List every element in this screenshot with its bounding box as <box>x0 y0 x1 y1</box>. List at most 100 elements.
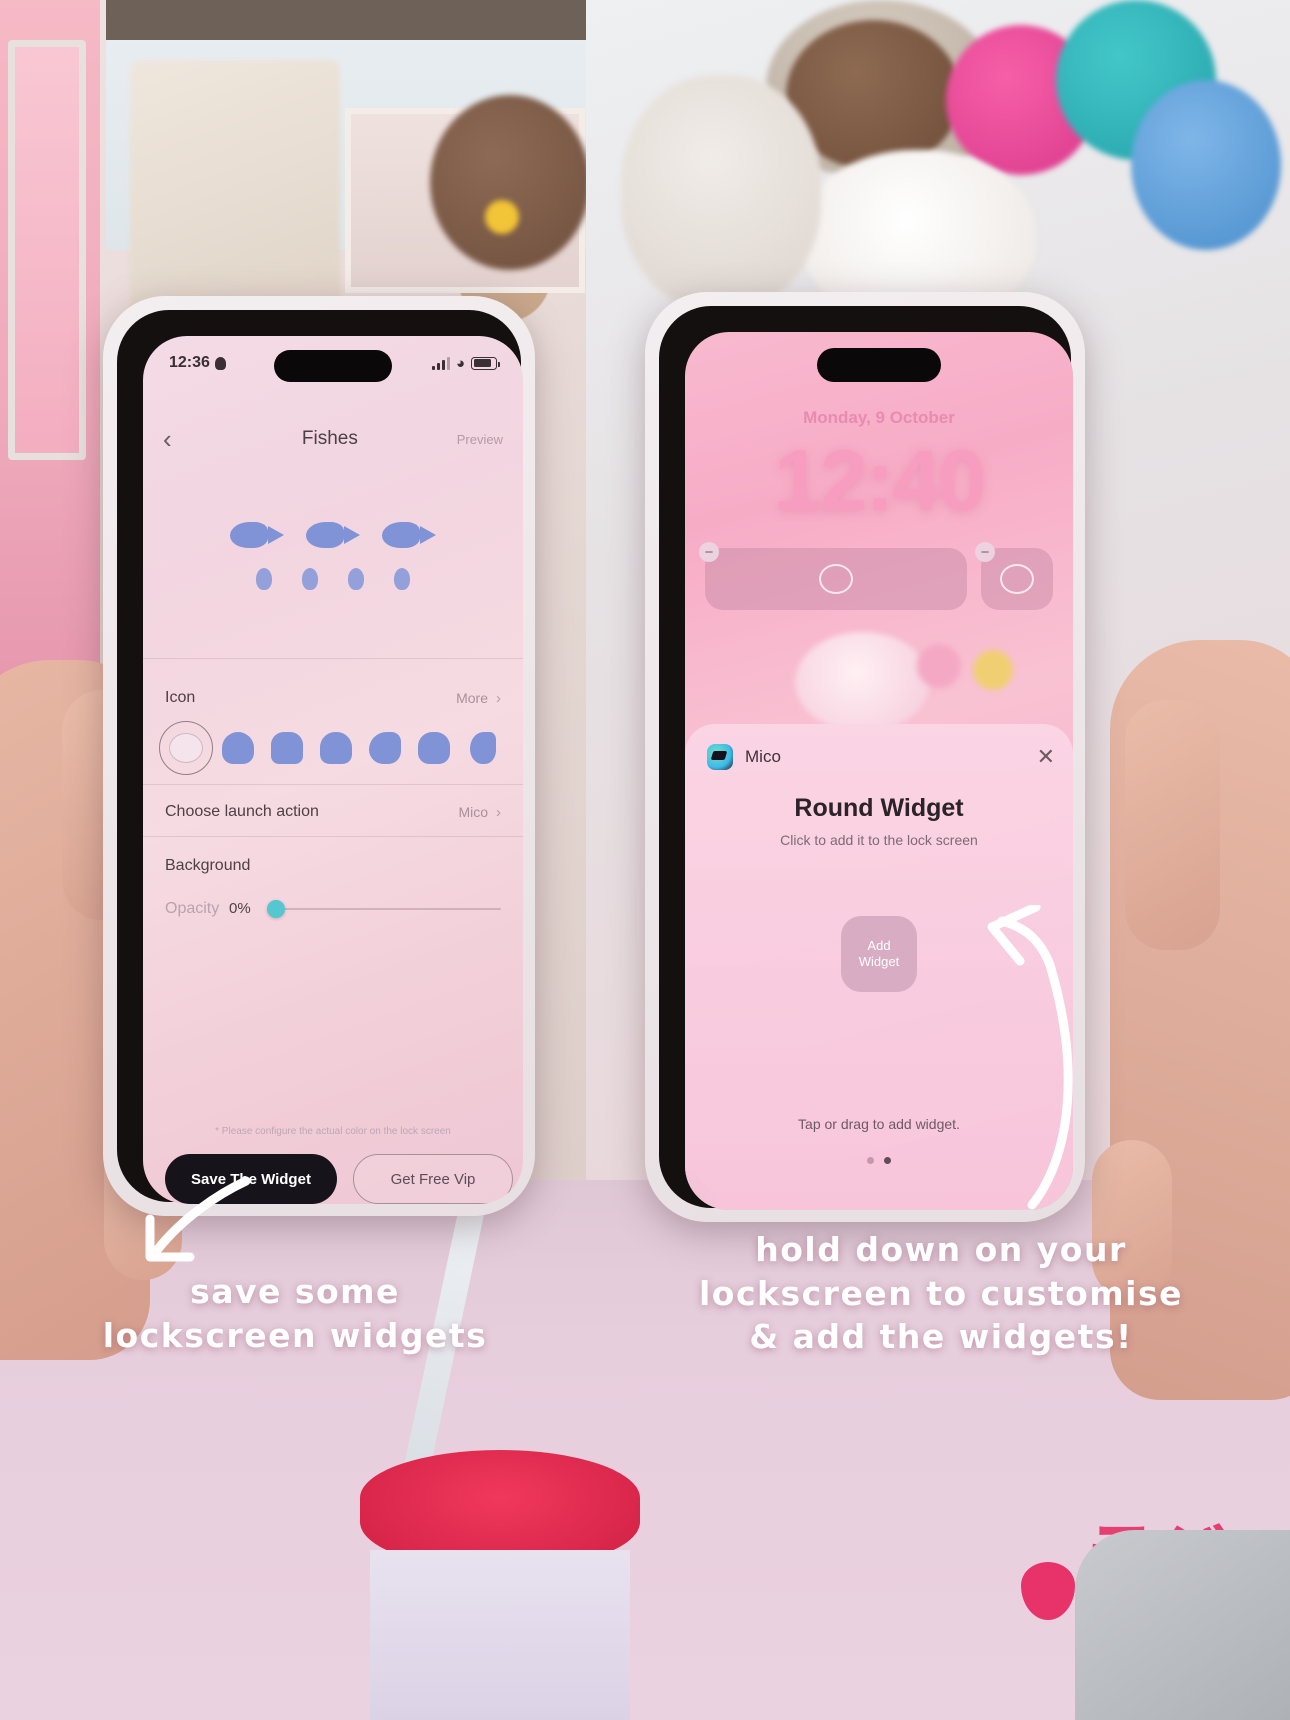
right-arrow <box>987 905 1073 1210</box>
icon-label: Icon <box>165 689 196 706</box>
plush-accent <box>485 200 519 234</box>
picture-frame <box>8 40 86 460</box>
dynamic-island <box>817 348 941 382</box>
launch-action-row[interactable]: Choose launch action Mico › <box>143 792 523 832</box>
dog-icon[interactable] <box>270 732 303 764</box>
icon-selector-strip[interactable] <box>143 720 523 776</box>
opacity-label: Opacity <box>165 900 220 917</box>
drink-cup <box>370 1550 630 1720</box>
whale-icon[interactable] <box>469 732 496 764</box>
add-widget-line1: Add <box>867 937 891 953</box>
dinosaur-icon[interactable] <box>368 732 401 764</box>
opacity-slider-track[interactable] <box>273 908 501 910</box>
icon-option-whale[interactable] <box>458 720 507 776</box>
screenshot-root: ラジ 12:36 ◕ <box>0 0 1290 1720</box>
icon-row-header[interactable]: Icon More › <box>143 678 523 718</box>
background-photo-ball-yellow <box>973 650 1013 690</box>
plush-head <box>430 95 586 270</box>
background-row: Background <box>143 848 523 884</box>
ghost-icon[interactable] <box>221 732 254 764</box>
icon-option-ghost[interactable] <box>213 720 262 776</box>
strawberry-print <box>1021 1562 1075 1620</box>
bear-icon <box>1000 564 1034 594</box>
fish-row-top <box>143 518 523 552</box>
left-caption-line2: lockscreen widgets <box>102 1315 488 1355</box>
bubble-icon <box>302 568 318 590</box>
white-face-plush <box>621 75 821 310</box>
remove-widget-badge[interactable]: − <box>699 542 719 562</box>
left-phone-case: 12:36 ◕ ‹ Fishes Preview Icon More › Cho… <box>103 296 535 1216</box>
bubble-icon <box>348 568 364 590</box>
preview-button[interactable]: Preview <box>457 432 503 447</box>
opacity-slider-thumb[interactable] <box>267 900 285 918</box>
bubble-icon <box>256 568 272 590</box>
icon-more[interactable]: More › <box>456 690 501 707</box>
get-free-vip-button[interactable]: Get Free Vip <box>353 1154 513 1204</box>
plush-blue <box>1131 80 1281 250</box>
fish-icon <box>230 518 284 552</box>
background-label: Background <box>165 857 251 874</box>
status-time: 12:36 <box>169 354 210 371</box>
window-blind <box>106 0 586 40</box>
left-arrow <box>145 1176 251 1262</box>
add-widget-line2: Widget <box>858 954 900 969</box>
page-dot-1[interactable] <box>867 1157 874 1164</box>
battery-icon <box>471 356 500 370</box>
icon-option-elephant[interactable] <box>409 720 458 776</box>
sheet-subtitle: Click to add it to the lock screen <box>780 832 978 848</box>
page-title: Fishes <box>301 428 358 449</box>
remove-widget-badge[interactable]: − <box>975 542 995 562</box>
divider <box>143 784 523 785</box>
widget-preview-area <box>143 476 523 676</box>
fish-icon <box>306 518 360 552</box>
lock-time: 12:40 <box>774 433 986 529</box>
icon-option-bear[interactable] <box>159 720 213 776</box>
chevron-right-icon: › <box>496 803 501 821</box>
right-thumb <box>1125 700 1220 950</box>
left-status-bar: 12:36 ◕ <box>143 346 523 380</box>
icon-option-dinosaur[interactable] <box>360 720 409 776</box>
left-phone-screen: 12:36 ◕ ‹ Fishes Preview Icon More › Cho… <box>143 336 523 1204</box>
close-icon[interactable]: ✕ <box>1037 744 1055 770</box>
disclaimer-text: * Please configure the actual color on t… <box>215 1126 451 1137</box>
cat-icon[interactable] <box>319 732 352 764</box>
person-icon <box>214 356 226 370</box>
widget-wide-bear[interactable]: − <box>699 542 967 610</box>
elephant-icon[interactable] <box>417 732 450 764</box>
fish-icon <box>382 518 436 552</box>
widget-small-bear[interactable]: − <box>975 542 1053 610</box>
sheet-title: Round Widget <box>794 794 964 822</box>
page-dot-2[interactable] <box>884 1157 891 1164</box>
launch-action-value[interactable]: Mico › <box>458 804 501 821</box>
divider <box>143 658 523 659</box>
launch-action-label: Choose launch action <box>165 803 319 820</box>
add-widget-button[interactable]: Add Widget <box>841 916 917 992</box>
app-navbar: ‹ Fishes Preview <box>143 418 523 460</box>
right-caption: hold down on your lockscreen to customis… <box>596 1228 1286 1359</box>
lockscreen-widget-row: − − <box>699 542 1053 610</box>
grey-sleeve <box>1075 1530 1290 1720</box>
right-caption-line2: lockscreen to customise <box>698 1273 1183 1313</box>
signal-bars-icon <box>431 356 450 370</box>
opacity-value: 0% <box>229 900 251 917</box>
sheet-app-name: Mico <box>745 747 781 766</box>
lock-date: Monday, 9 October <box>803 408 955 427</box>
mico-app-icon <box>707 744 733 770</box>
status-left: 12:36 <box>169 354 226 372</box>
divider <box>143 836 523 837</box>
bubble-icon <box>394 568 410 590</box>
sheet-header: Mico ✕ <box>707 744 1055 770</box>
status-right: ◕ <box>431 354 500 372</box>
chevron-right-icon: › <box>496 689 501 707</box>
bubble-row <box>143 568 523 590</box>
wifi-icon: ◕ <box>455 354 465 372</box>
background-photo-flower <box>795 632 930 732</box>
bear-icon <box>819 564 853 594</box>
icon-option-cat[interactable] <box>311 720 360 776</box>
left-phone-body: 12:36 ◕ ‹ Fishes Preview Icon More › Cho… <box>117 310 523 1204</box>
back-button[interactable]: ‹ <box>163 424 203 455</box>
background-photo-ball <box>917 644 961 688</box>
bear-face-icon[interactable] <box>159 721 213 775</box>
icon-option-dog[interactable] <box>262 720 311 776</box>
right-caption-line3: & add the widgets! <box>749 1317 1133 1357</box>
